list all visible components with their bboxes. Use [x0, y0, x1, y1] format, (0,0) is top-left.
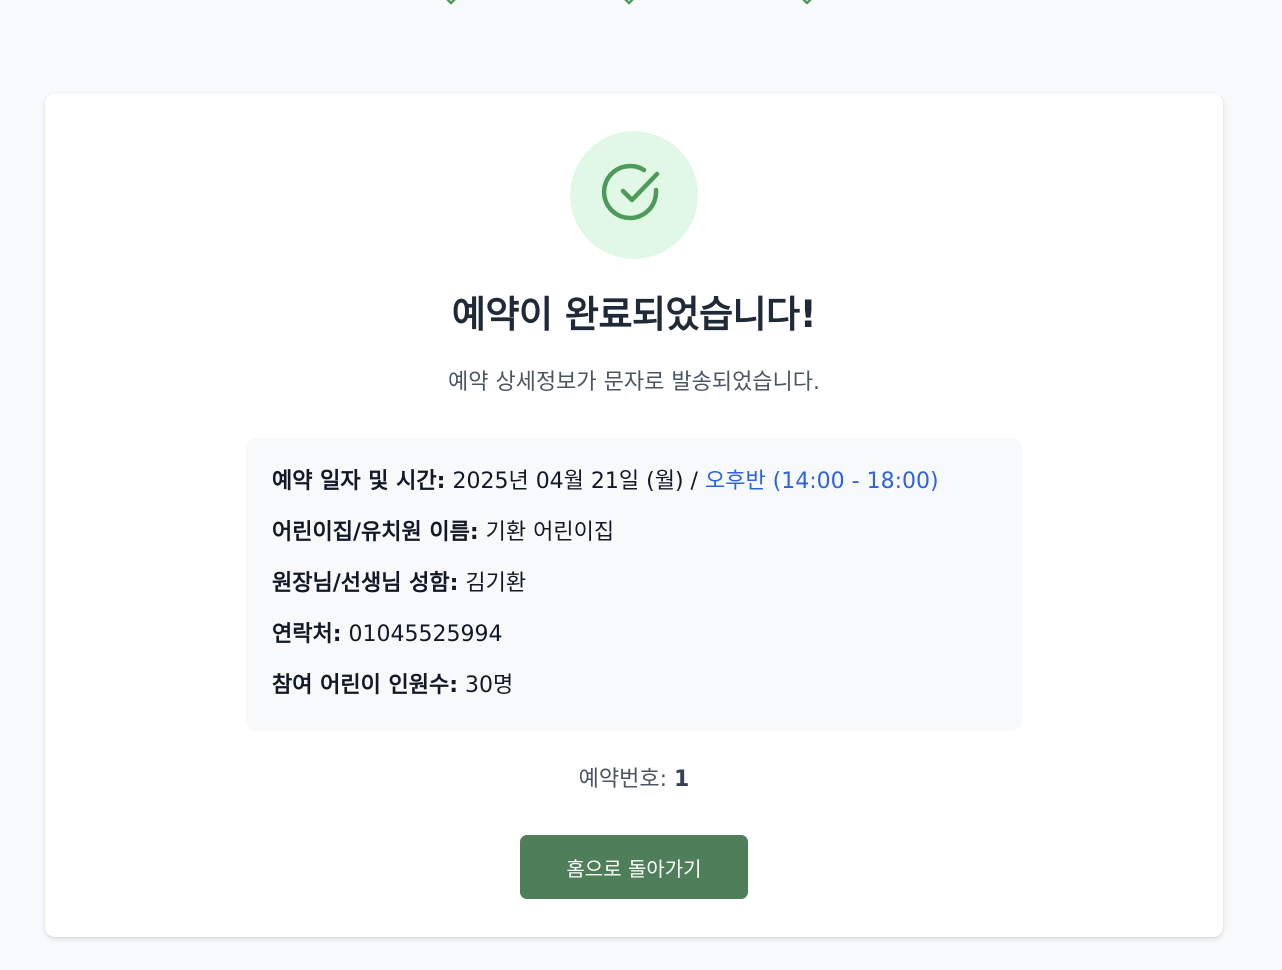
detail-value: 기환 어린이집 [485, 520, 615, 545]
detail-value: 01045525994 [348, 622, 503, 647]
confirmation-card: 예약이 완료되었습니다! 예약 상세정보가 문자로 발송되었습니다. 예약 일자… [45, 94, 1223, 937]
detail-value: 2025년 04월 21일 (월) / [452, 469, 698, 494]
detail-row-date-time: 예약 일자 및 시간: 2025년 04월 21일 (월) / 오후반 (14:… [272, 465, 996, 516]
detail-row-teacher-name: 원장님/선생님 성함: 김기환 [272, 567, 996, 618]
detail-label: 원장님/선생님 성함: [272, 571, 459, 596]
confirmation-subtitle: 예약 상세정보가 문자로 발송되었습니다. [447, 370, 821, 395]
time-slot-value: 오후반 (14:00 - 18:00) [704, 469, 939, 494]
detail-label: 어린이집/유치원 이름: [272, 520, 479, 545]
step-3-check-icon [800, 0, 818, 10]
home-button[interactable]: 홈으로 돌아가기 [520, 835, 748, 899]
step-indicators [0, 0, 1282, 14]
booking-number-value: 1 [674, 767, 690, 792]
step-2-check-icon [622, 0, 640, 10]
detail-value: 30명 [465, 673, 514, 698]
check-circle-icon [601, 161, 666, 229]
detail-row-daycare-name: 어린이집/유치원 이름: 기환 어린이집 [272, 516, 996, 567]
step-1-check-icon [444, 0, 462, 10]
booking-number-label: 예약번호: [578, 767, 668, 792]
reservation-details: 예약 일자 및 시간: 2025년 04월 21일 (월) / 오후반 (14:… [246, 438, 1022, 731]
confirmation-title: 예약이 완료되었습니다! [451, 293, 817, 336]
detail-label: 참여 어린이 인원수: [272, 673, 459, 698]
detail-value: 김기환 [465, 571, 527, 596]
detail-row-contact: 연락처: 01045525994 [272, 618, 996, 669]
detail-row-children-count: 참여 어린이 인원수: 30명 [272, 669, 996, 720]
detail-label: 연락처: [272, 622, 342, 647]
success-badge [570, 131, 698, 259]
booking-number: 예약번호: 1 [45, 761, 1223, 793]
detail-label: 예약 일자 및 시간: [272, 469, 446, 494]
